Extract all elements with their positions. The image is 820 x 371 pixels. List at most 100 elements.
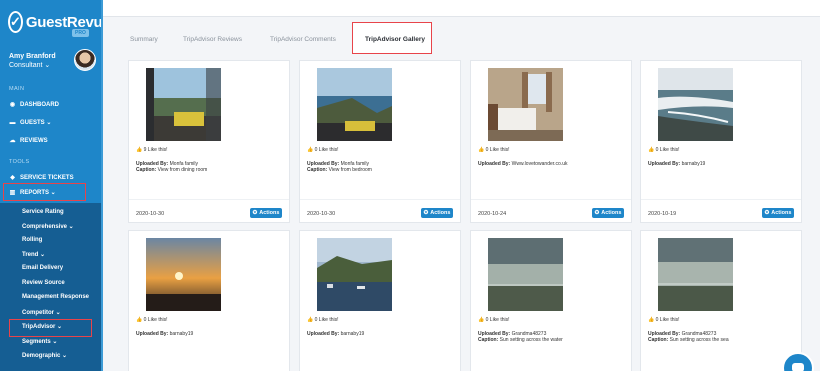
submenu-email-delivery[interactable]: Email Delivery	[22, 265, 63, 271]
photo-sea-sunset-1[interactable]	[488, 238, 563, 311]
submenu-trend[interactable]: Trend ⌄	[22, 251, 45, 258]
nav-reports[interactable]: ▥ REPORTS ⌄	[9, 189, 56, 196]
gallery-card: 👍 0 Like this! Uploaded By: Grandma48273…	[640, 230, 802, 371]
thumbs-up-icon: 👍	[307, 317, 314, 323]
tab-tripadvisor-reviews[interactable]: TripAdvisor Reviews	[183, 36, 242, 43]
uploader-name: barnaby19	[340, 331, 365, 337]
submenu-rolling[interactable]: Rolling	[22, 237, 42, 243]
likes-text: 0 Like this!	[314, 147, 339, 153]
uploaded-by-label: Uploaded By:	[136, 331, 169, 337]
photo-sunset[interactable]	[146, 238, 221, 311]
thumbs-up-icon: 👍	[136, 317, 143, 323]
caption-text: View from dining room	[157, 167, 208, 173]
nav-reviews-label: REVIEWS	[20, 137, 48, 144]
likes-text: 0 Like this!	[655, 147, 680, 153]
actions-button[interactable]: ✪ Actions	[250, 208, 282, 218]
likes-count[interactable]: 👍 0 Like this!	[136, 317, 168, 323]
upload-date: 2020-10-19	[648, 211, 677, 217]
card-divider	[471, 199, 631, 200]
likes-text: 0 Like this!	[314, 317, 339, 323]
submenu-comprehensive[interactable]: Comprehensive ⌄	[22, 223, 74, 230]
likes-count[interactable]: 👍 0 Like this!	[478, 317, 510, 323]
uploaded-by: Uploaded By: barnaby19	[648, 161, 705, 167]
report-tabs: Summary TripAdvisor Reviews TripAdvisor …	[120, 22, 810, 58]
photo-harbour[interactable]	[317, 238, 392, 311]
likes-text: 0 Like this!	[143, 317, 168, 323]
photo-hotel-room[interactable]	[488, 68, 563, 141]
thumbs-up-icon: 👍	[478, 317, 485, 323]
gallery-card: 👍 0 Like this! Uploaded By: Monfa family…	[299, 60, 461, 223]
likes-count[interactable]: 👍 0 Like this!	[648, 147, 680, 153]
caption-text: View from bedroom	[328, 167, 372, 173]
ticket-icon: ◆	[10, 175, 15, 181]
top-bar	[103, 0, 820, 17]
actions-button[interactable]: ✪ Actions	[592, 208, 624, 218]
bar-chart-icon: ▥	[9, 190, 16, 196]
likes-text: 0 Like this!	[485, 147, 510, 153]
caption-label: Caption:	[478, 337, 499, 343]
uploaded-by-label: Uploaded By:	[307, 331, 340, 337]
gear-icon: ✪	[594, 210, 600, 216]
sidebar-scrollbar[interactable]	[101, 0, 103, 371]
chat-bubble-button[interactable]	[782, 352, 814, 371]
uploaded-by: Uploaded By: Www.lovetowander.co.uk	[478, 161, 567, 167]
nav-guests-label: GUESTS ⌄	[20, 120, 52, 126]
card-divider	[129, 199, 289, 200]
nav-service-tickets[interactable]: ◆ SERVICE TICKETS	[9, 174, 73, 182]
likes-count[interactable]: 👍 9 Like this!	[136, 147, 168, 153]
tripadvisor-highlight	[9, 319, 92, 337]
gallery-card: 👍 0 Like this! Uploaded By: barnaby19 20…	[640, 60, 802, 223]
reports-submenu: Service Rating Comprehensive ⌄ Rolling T…	[0, 203, 103, 371]
submenu-competitor[interactable]: Competitor ⌄	[22, 309, 61, 316]
photo-bedroom-view[interactable]	[317, 68, 392, 141]
bed-icon: ▬	[9, 119, 16, 126]
nav-dashboard[interactable]: ◉ DASHBOARD	[9, 101, 59, 109]
nav-reviews[interactable]: ☁ REVIEWS	[9, 137, 48, 145]
upload-date: 2020-10-30	[307, 211, 336, 217]
actions-label: Actions	[430, 210, 451, 216]
photo-dining-room[interactable]	[146, 68, 221, 141]
submenu-review-source[interactable]: Review Source	[22, 280, 65, 286]
submenu-service-rating[interactable]: Service Rating	[22, 209, 64, 215]
submenu-demographic[interactable]: Demographic ⌄	[22, 352, 67, 359]
caption-text: Sun setting across the water	[499, 337, 563, 343]
thumbs-up-icon: 👍	[648, 317, 655, 323]
nav-guests[interactable]: ▬ GUESTS ⌄	[9, 119, 52, 127]
likes-count[interactable]: 👍 0 Like this!	[648, 317, 680, 323]
nav-reports-label: REPORTS ⌄	[20, 190, 56, 196]
tab-summary[interactable]: Summary	[130, 36, 158, 43]
likes-count[interactable]: 👍 0 Like this!	[307, 147, 339, 153]
actions-button[interactable]: ✪ Actions	[421, 208, 453, 218]
submenu-segments[interactable]: Segments ⌄	[22, 338, 57, 345]
tab-tripadvisor-gallery[interactable]: TripAdvisor Gallery	[365, 36, 425, 43]
uploaded-by: Uploaded By: barnaby19	[307, 331, 364, 337]
uploader-name: Www.lovetowander.co.uk	[511, 161, 568, 167]
reviews-icon: ☁	[9, 138, 16, 144]
photo-sea-sunset-2[interactable]	[658, 238, 733, 311]
photo-coastline[interactable]	[658, 68, 733, 141]
thumbs-up-icon: 👍	[648, 147, 655, 153]
card-divider	[641, 199, 801, 200]
avatar[interactable]	[74, 49, 96, 71]
photo-caption: Caption: Sun setting across the water	[478, 337, 563, 343]
likes-text: 0 Like this!	[655, 317, 680, 323]
logo-text: GuestRevu	[25, 13, 103, 31]
uploaded-by-label: Uploaded By:	[478, 161, 511, 167]
submenu-management-response[interactable]: Management Response	[22, 294, 89, 300]
likes-count[interactable]: 👍 0 Like this!	[307, 317, 339, 323]
gallery-card: 👍 0 Like this! Uploaded By: Www.lovetowa…	[470, 60, 632, 223]
nav-dashboard-label: DASHBOARD	[20, 101, 59, 108]
gallery-card: 👍 0 Like this! Uploaded By: Grandma48273…	[470, 230, 632, 371]
likes-count[interactable]: 👍 0 Like this!	[478, 147, 510, 153]
dashboard-icon: ◉	[9, 102, 16, 108]
actions-button[interactable]: ✪ Actions	[762, 208, 794, 218]
photo-caption: Caption: View from bedroom	[307, 167, 372, 173]
caption-label: Caption:	[307, 167, 328, 173]
actions-label: Actions	[601, 210, 622, 216]
user-role-dropdown[interactable]: Consultant ⌄	[9, 61, 50, 70]
sidebar: ✓ GuestRevu PRO Amy Branford Consultant …	[0, 0, 103, 371]
likes-text: 0 Like this!	[485, 317, 510, 323]
photo-caption: Caption: Sun setting across the sea	[648, 337, 729, 343]
thumbs-up-icon: 👍	[478, 147, 485, 153]
tab-tripadvisor-comments[interactable]: TripAdvisor Comments	[270, 36, 336, 43]
